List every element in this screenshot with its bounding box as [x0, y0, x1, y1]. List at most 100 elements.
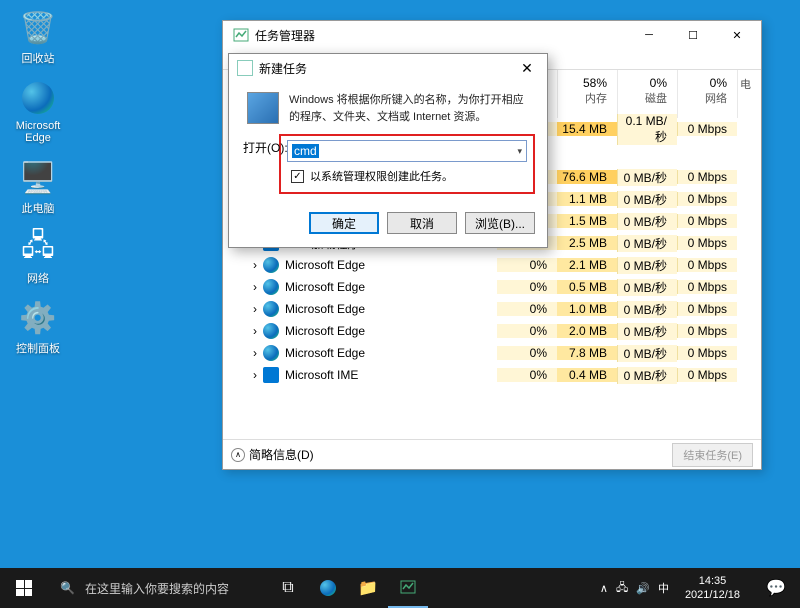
admin-label: 以系统管理权限创建此任务。: [310, 168, 453, 184]
process-icon: [263, 345, 279, 361]
dialog-button-row: 确定 取消 浏览(B)...: [229, 204, 547, 244]
cell-network: 0 Mbps: [677, 346, 737, 360]
desktop-icon-thispc[interactable]: 🖥️ 此电脑: [8, 158, 68, 216]
maximize-button[interactable]: ☐: [671, 21, 715, 49]
new-task-titlebar[interactable]: 新建任务 ✕: [229, 54, 547, 82]
process-icon: [263, 257, 279, 273]
dialog-description-row: Windows 将根据你所键入的名称，为你打开相应的程序、文件夹、文档或 Int…: [243, 92, 533, 125]
col-network[interactable]: 0%网络: [677, 70, 737, 118]
task-manager-title: 任务管理器: [255, 27, 627, 44]
cell-network: 0 Mbps: [677, 192, 737, 206]
column-headers: 58%内存 0%磁盘 0%网络 电: [557, 70, 761, 118]
cell-disk: 0 MB/秒: [617, 345, 677, 362]
cell-cpu: 0%: [497, 258, 557, 272]
process-row[interactable]: ›Microsoft Edge0%1.0 MB0 MB/秒0 Mbps: [223, 298, 761, 320]
cell-disk: 0 MB/秒: [617, 213, 677, 230]
taskbar-taskmgr-button[interactable]: [388, 568, 428, 608]
start-button[interactable]: [0, 568, 48, 608]
process-name: Microsoft Edge: [285, 258, 365, 272]
cell-cpu: 0%: [497, 346, 557, 360]
system-tray: ∧ 🖧 🔊 中 14:35 2021/12/18 💬: [600, 574, 800, 603]
cancel-button[interactable]: 取消: [387, 212, 457, 234]
task-manager-titlebar[interactable]: 任务管理器 ─ ☐ ✕: [223, 21, 761, 49]
taskbar-edge-button[interactable]: [308, 568, 348, 608]
cell-memory: 1.1 MB: [557, 192, 617, 206]
cell-disk: 0 MB/秒: [617, 257, 677, 274]
dialog-description: Windows 将根据你所键入的名称，为你打开相应的程序、文件夹、文档或 Int…: [289, 92, 533, 125]
process-row[interactable]: ›Microsoft IME0%0.4 MB0 MB/秒0 Mbps: [223, 364, 761, 386]
cell-disk: 0.1 MB/秒: [617, 114, 677, 145]
recycle-bin-icon: 🗑️: [18, 8, 58, 48]
fewer-details-button[interactable]: ∧ 简略信息(D): [231, 446, 314, 463]
cell-memory: 15.4 MB: [557, 122, 617, 136]
cell-network: 0 Mbps: [677, 324, 737, 338]
cell-network: 0 Mbps: [677, 302, 737, 316]
tray-ime-icon[interactable]: 中: [658, 580, 669, 596]
notification-button[interactable]: 💬: [756, 578, 796, 598]
cell-network: 0 Mbps: [677, 368, 737, 382]
process-row[interactable]: ›Microsoft Edge0%2.1 MB0 MB/秒0 Mbps: [223, 254, 761, 276]
open-label: 打开(O):: [243, 139, 288, 156]
process-row[interactable]: ›Microsoft Edge0%7.8 MB0 MB/秒0 Mbps: [223, 342, 761, 364]
annotation-highlight: cmd ▾ ✓ 以系统管理权限创建此任务。: [279, 134, 535, 194]
chevron-up-icon: ∧: [231, 448, 245, 462]
run-command-icon: [247, 92, 279, 124]
taskbar-clock[interactable]: 14:35 2021/12/18: [677, 574, 748, 603]
process-name: Microsoft IME: [285, 368, 358, 382]
col-disk[interactable]: 0%磁盘: [617, 70, 677, 118]
cell-cpu: 0%: [497, 280, 557, 294]
process-name: Microsoft Edge: [285, 324, 365, 338]
task-manager-footer: ∧ 简略信息(D) 结束任务(E): [223, 439, 761, 469]
taskbar: 🔍 在这里输入你要搜索的内容 ⧉ 📁 ∧ 🖧 🔊 中 14:35 2021/12…: [0, 568, 800, 608]
process-row[interactable]: ›Microsoft Edge0%2.0 MB0 MB/秒0 Mbps: [223, 320, 761, 342]
task-view-button[interactable]: ⧉: [268, 568, 308, 608]
process-name: Microsoft Edge: [285, 302, 365, 316]
cell-memory: 1.5 MB: [557, 214, 617, 228]
taskbar-explorer-button[interactable]: 📁: [348, 568, 388, 608]
desktop-icon-edge[interactable]: Microsoft Edge: [8, 78, 68, 144]
cell-network: 0 Mbps: [677, 214, 737, 228]
cell-network: 0 Mbps: [677, 258, 737, 272]
open-value: cmd: [292, 144, 319, 158]
checkbox-checked-icon: ✓: [291, 170, 304, 183]
cell-disk: 0 MB/秒: [617, 235, 677, 252]
new-task-dialog: 新建任务 ✕ Windows 将根据你所键入的名称，为你打开相应的程序、文件夹、…: [228, 53, 548, 248]
desktop-icon-recycle[interactable]: 🗑️ 回收站: [8, 8, 68, 66]
process-name: Microsoft Edge: [285, 280, 365, 294]
task-manager-icon: [400, 579, 416, 595]
tray-chevron-icon[interactable]: ∧: [600, 582, 608, 595]
cell-disk: 0 MB/秒: [617, 191, 677, 208]
cell-memory: 0.4 MB: [557, 368, 617, 382]
process-row[interactable]: ›Microsoft Edge0%0.5 MB0 MB/秒0 Mbps: [223, 276, 761, 298]
dialog-close-button[interactable]: ✕: [511, 56, 543, 80]
control-panel-icon: ⚙️: [18, 298, 58, 338]
minimize-button[interactable]: ─: [627, 21, 671, 49]
cell-memory: 76.6 MB: [557, 170, 617, 184]
ok-button[interactable]: 确定: [309, 212, 379, 234]
network-icon: 🖧: [18, 228, 58, 268]
col-memory[interactable]: 58%内存: [557, 70, 617, 118]
cell-memory: 0.5 MB: [557, 280, 617, 294]
close-button[interactable]: ✕: [715, 21, 759, 49]
cell-disk: 0 MB/秒: [617, 301, 677, 318]
col-power[interactable]: 电: [737, 70, 761, 118]
chevron-down-icon: ▾: [517, 146, 522, 157]
search-box[interactable]: 🔍 在这里输入你要搜索的内容: [48, 568, 268, 608]
admin-checkbox-row[interactable]: ✓ 以系统管理权限创建此任务。: [287, 168, 527, 184]
windows-logo-icon: [16, 580, 32, 596]
cell-network: 0 Mbps: [677, 122, 737, 136]
search-placeholder: 在这里输入你要搜索的内容: [85, 580, 229, 597]
browse-button[interactable]: 浏览(B)...: [465, 212, 535, 234]
desktop-icon-network[interactable]: 🖧 网络: [8, 228, 68, 286]
search-icon: 🔍: [60, 581, 75, 595]
end-task-button[interactable]: 结束任务(E): [672, 443, 753, 467]
cell-disk: 0 MB/秒: [617, 279, 677, 296]
process-name: Microsoft Edge: [285, 346, 365, 360]
open-combobox[interactable]: cmd ▾: [287, 140, 527, 162]
task-manager-icon: [233, 27, 249, 43]
tray-volume-icon[interactable]: 🔊: [636, 582, 650, 595]
desktop-icon-control[interactable]: ⚙️ 控制面板: [8, 298, 68, 356]
cell-network: 0 Mbps: [677, 280, 737, 294]
process-icon: [263, 301, 279, 317]
tray-network-icon[interactable]: 🖧: [616, 579, 628, 598]
